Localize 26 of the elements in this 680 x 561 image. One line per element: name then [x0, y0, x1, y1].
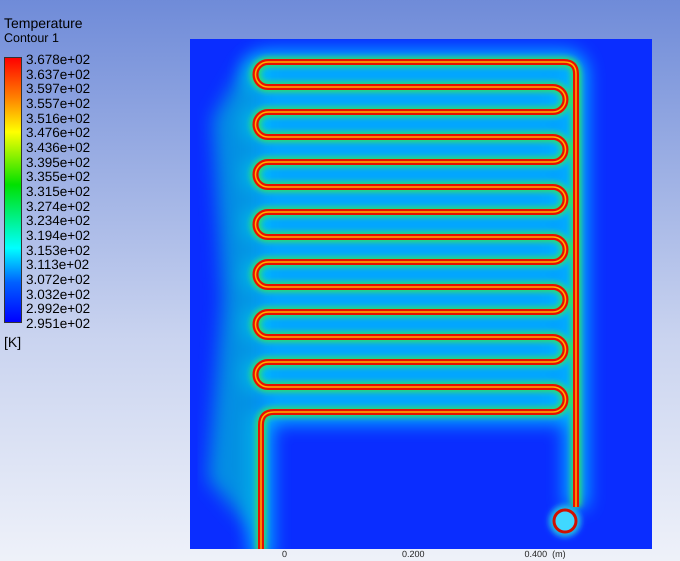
scale-value-label: 3.395e+02	[26, 156, 90, 170]
axis-tick-label: 0.400	[524, 549, 548, 559]
scale-value-label: 3.274e+02	[26, 200, 90, 214]
scale-value-label: 3.678e+02	[26, 53, 90, 68]
unit-label: [K]	[4, 335, 22, 350]
scale-value-label: 3.032e+02	[26, 288, 90, 302]
legend-title: Temperature	[4, 16, 84, 31]
scale-value-label: 3.637e+02	[26, 68, 90, 82]
scale-value-label: 3.234e+02	[26, 214, 90, 229]
scale-value-label: 2.951e+02	[26, 316, 90, 332]
scale-value-label: 3.476e+02	[26, 126, 90, 141]
scale-value-label: 3.355e+02	[26, 170, 90, 185]
axis-unit-label: (m)	[552, 549, 566, 559]
scale-value-label: 2.992e+02	[26, 302, 90, 317]
scale-value-label: 3.072e+02	[26, 272, 90, 288]
axis-tick-label: 0.200	[402, 549, 425, 559]
scale-value-label: 3.597e+02	[26, 82, 90, 97]
legend-subtitle: Contour 1	[4, 31, 60, 45]
scale-value-label: 3.516e+02	[26, 112, 90, 126]
axis-tick-label: 0	[282, 549, 288, 559]
scale-value-label: 3.153e+02	[26, 244, 90, 258]
scale-value-label: 3.113e+02	[26, 258, 90, 273]
scale-value-label: 3.194e+02	[26, 228, 90, 244]
scale-value-label: 3.557e+02	[26, 96, 90, 112]
scale-value-label: 3.436e+02	[26, 140, 90, 156]
scale-value-label: 3.315e+02	[26, 184, 90, 200]
